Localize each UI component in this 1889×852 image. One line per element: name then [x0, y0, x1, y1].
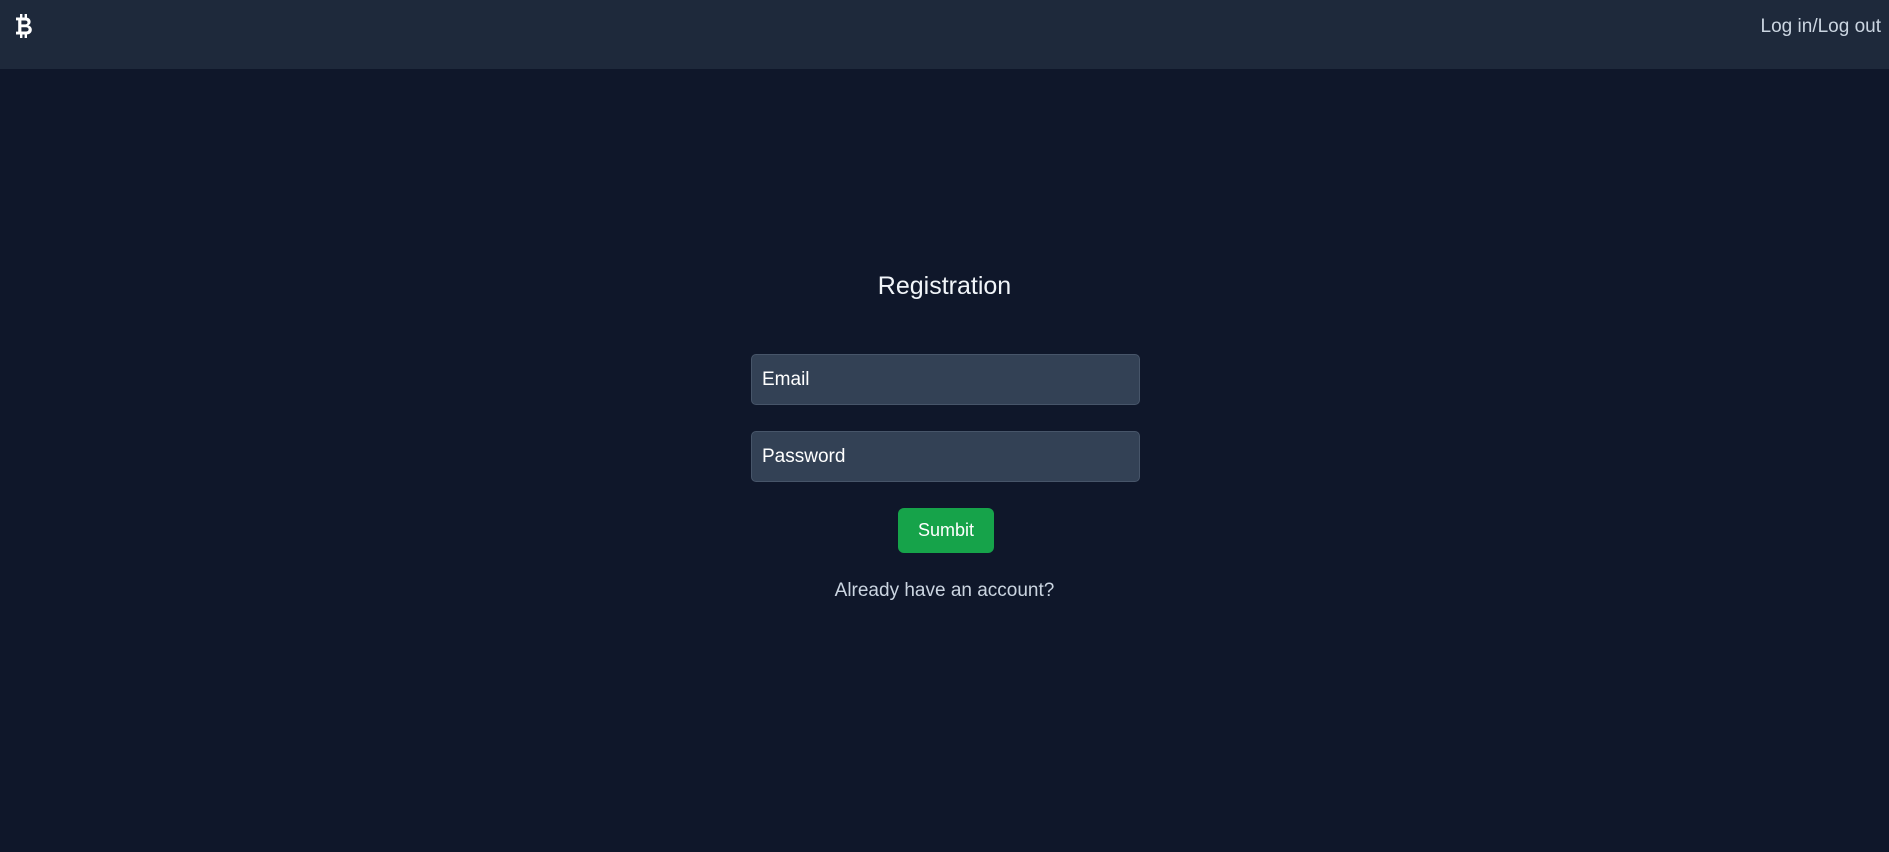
password-input[interactable] [751, 431, 1140, 482]
registration-page: Registration Sumbit Already have an acco… [0, 0, 1889, 852]
page-title: Registration [877, 272, 1012, 300]
submit-button[interactable]: Sumbit [898, 508, 994, 553]
already-have-account-link[interactable]: Already have an account? [0, 579, 1889, 603]
email-input[interactable] [751, 354, 1140, 405]
